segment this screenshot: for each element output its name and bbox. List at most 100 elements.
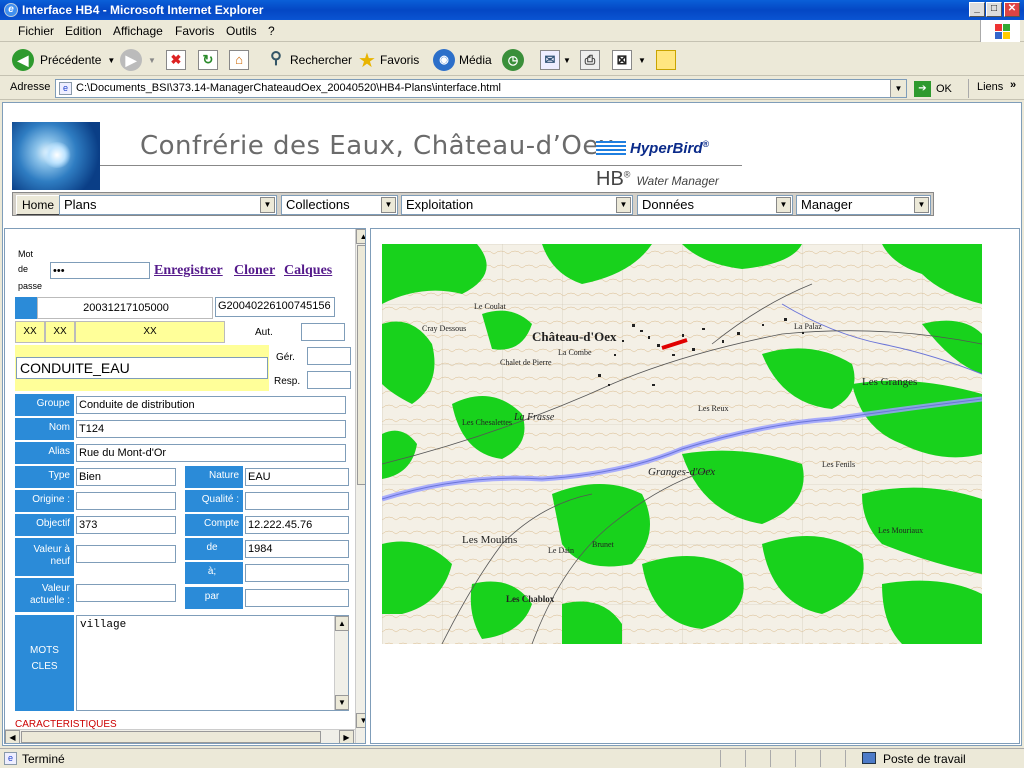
groupe-field[interactable]: Conduite de distribution	[76, 396, 346, 414]
forward-button[interactable]: ▶ ▼	[120, 47, 156, 73]
textarea-scrollbar[interactable]: ▲ ▼	[334, 616, 349, 710]
close-button[interactable]: ✕	[1004, 2, 1020, 17]
history-icon: ◷	[502, 49, 524, 71]
ger-input[interactable]	[307, 347, 351, 365]
a-field[interactable]	[245, 564, 349, 582]
valeur-actuelle-field[interactable]	[76, 584, 176, 602]
collections-select[interactable]: Collections ▼	[281, 195, 398, 215]
xx-cell-3: XX	[75, 321, 225, 343]
scroll-right-icon[interactable]: ▶	[339, 730, 354, 743]
address-dropdown-icon[interactable]: ▼	[890, 80, 906, 97]
type-field[interactable]: Bien	[76, 468, 176, 486]
menu-help[interactable]: ?	[268, 24, 275, 38]
donnees-select-value: Données	[642, 197, 695, 212]
plans-select[interactable]: Plans ▼	[59, 195, 277, 215]
panel-vertical-scrollbar[interactable]: ▲ ▼	[355, 229, 365, 743]
de-field[interactable]: 1984	[245, 540, 349, 558]
back-dropdown-icon[interactable]: ▼	[107, 56, 115, 65]
status-divider-4	[795, 750, 796, 767]
map-label-coulat: Le Coulat	[474, 302, 506, 311]
print-icon: ⎙	[580, 50, 600, 70]
status-zone: Poste de travail	[883, 752, 966, 766]
page-done-icon: e	[4, 752, 17, 765]
password-input[interactable]: •••	[50, 262, 150, 279]
menu-affichage[interactable]: Affichage	[113, 24, 163, 38]
valeur-neuf-label-2: neuf	[50, 556, 70, 567]
print-button[interactable]: ⎙	[580, 47, 600, 73]
record-guid-field[interactable]: G20040226100745156	[215, 297, 335, 317]
status-text: Terminé	[22, 752, 65, 766]
map-label-chalet-pierre: Chalet de Pierre	[500, 358, 552, 367]
water-splash-logo	[12, 122, 100, 190]
scroll-down-icon[interactable]: ▼	[335, 695, 349, 710]
stop-icon: ✖	[166, 50, 186, 70]
go-button[interactable]: ➔ OK	[914, 79, 952, 98]
home-icon: ⌂	[229, 50, 249, 70]
home-button[interactable]: ⌂	[229, 47, 249, 73]
menu-fichier[interactable]: Fichier	[18, 24, 54, 38]
minimize-button[interactable]: _	[969, 2, 985, 17]
calques-link[interactable]: Calques	[284, 263, 332, 279]
aut-input[interactable]	[301, 323, 345, 341]
map-label-town: Château-d'Oex	[532, 329, 617, 344]
scroll-up-icon[interactable]: ▲	[335, 616, 349, 631]
mots-cles-textarea[interactable]: village ▲ ▼	[76, 615, 349, 711]
par-field[interactable]	[245, 589, 349, 607]
favorites-button[interactable]: ★ Favoris	[358, 47, 419, 73]
media-button[interactable]: ◉ Média	[433, 47, 492, 73]
address-input[interactable]: e C:\Documents_BSI\373.14-ManagerChateau…	[55, 79, 907, 98]
menu-outils[interactable]: Outils	[226, 24, 257, 38]
page-icon: e	[59, 82, 72, 95]
map-label-reux: Les Reux	[698, 404, 729, 413]
home-nav-button[interactable]: Home	[16, 195, 61, 215]
back-button[interactable]: ◀ Précédente ▼	[12, 47, 115, 73]
search-button[interactable]: ⚲ Rechercher	[266, 47, 352, 73]
record-name-field[interactable]: CONDUITE_EAU	[16, 357, 268, 379]
origine-field[interactable]	[76, 492, 176, 510]
notes-button[interactable]	[656, 47, 676, 73]
scroll-left-icon[interactable]: ◀	[5, 730, 20, 743]
site-title: Confrérie des Eaux, Château-d’Oex	[140, 131, 615, 161]
topographic-map[interactable]: Château-d'Oex Les Granges Granges-d'Oex …	[382, 244, 982, 644]
resp-input[interactable]	[307, 371, 351, 389]
mail-button[interactable]: ✉ ▼	[540, 47, 571, 73]
menu-favoris[interactable]: Favoris	[175, 24, 214, 38]
mail-dropdown-icon[interactable]: ▼	[563, 56, 571, 65]
nom-field[interactable]: T124	[76, 420, 346, 438]
links-button[interactable]: Liens	[977, 81, 1003, 93]
qualite-field[interactable]	[245, 492, 349, 510]
exploitation-select[interactable]: Exploitation ▼	[401, 195, 633, 215]
objectif-field[interactable]: 373	[76, 516, 176, 534]
hscroll-thumb[interactable]	[21, 731, 321, 743]
enregistrer-link[interactable]: Enregistrer	[154, 263, 223, 279]
map-label-dain: Le Dain	[548, 546, 574, 555]
scroll-up-icon[interactable]: ▲	[356, 229, 365, 244]
history-button[interactable]: ◷	[502, 47, 524, 73]
map-label-granges: Les Granges	[862, 376, 918, 388]
nature-field[interactable]: EAU	[245, 468, 349, 486]
valeur-actuelle-label-2: actuelle :	[29, 595, 70, 606]
manager-select[interactable]: Manager ▼	[796, 195, 931, 215]
scroll-thumb[interactable]	[357, 245, 365, 485]
valeur-neuf-field[interactable]	[76, 545, 176, 563]
scroll-down-icon[interactable]: ▼	[356, 713, 365, 728]
record-id-field: 20031217105000	[37, 297, 213, 319]
maximize-button[interactable]: □	[986, 2, 1002, 17]
edit-dropdown-icon[interactable]: ▼	[638, 56, 646, 65]
stop-button[interactable]: ✖	[166, 47, 186, 73]
media-globe-icon: ◉	[433, 49, 455, 71]
cloner-link[interactable]: Cloner	[234, 263, 275, 279]
donnees-select[interactable]: Données ▼	[637, 195, 793, 215]
refresh-button[interactable]: ↻	[198, 47, 218, 73]
menu-edition[interactable]: Edition	[65, 24, 102, 38]
compte-field[interactable]: 12.222.45.76	[245, 516, 349, 534]
ie-logo-icon: e	[4, 3, 18, 17]
panel-horizontal-scrollbar[interactable]: ◀ ▶	[5, 729, 355, 743]
links-chevron-icon[interactable]: »	[1010, 79, 1016, 91]
forward-dropdown-icon[interactable]: ▼	[148, 56, 156, 65]
record-form-panel: Mot de passe ••• Enregistrer Cloner Calq…	[4, 228, 366, 744]
splash-highlight	[42, 142, 72, 168]
groupe-label: Groupe	[15, 394, 74, 416]
alias-field[interactable]: Rue du Mont-d'Or	[76, 444, 346, 462]
edit-button[interactable]: ⊠ ▼	[612, 47, 646, 73]
